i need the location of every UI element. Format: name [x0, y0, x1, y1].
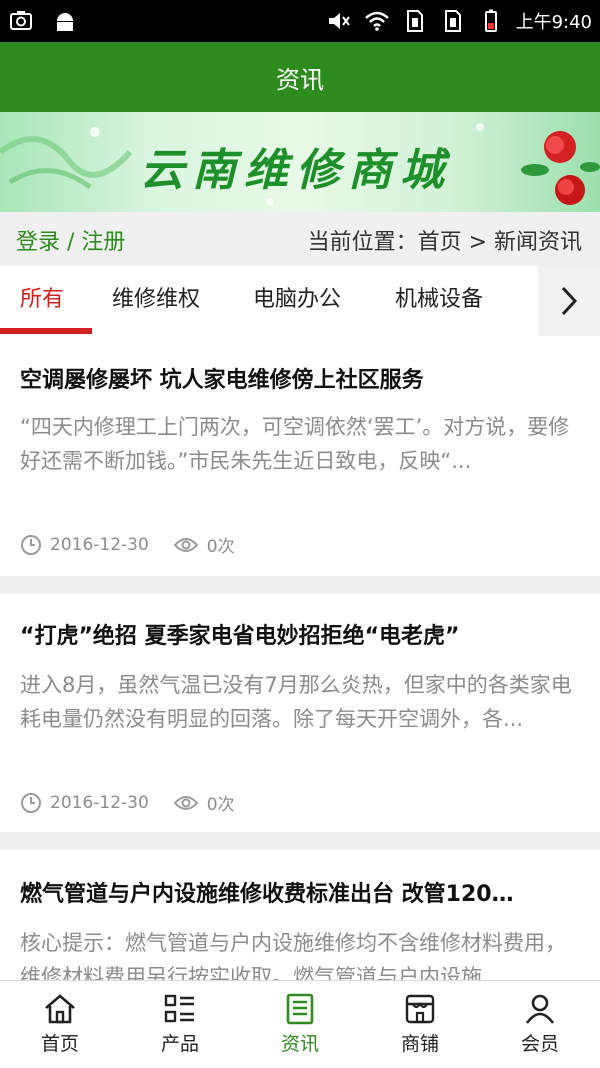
nav-news[interactable]: 资讯	[240, 981, 360, 1068]
nav-member[interactable]: 会员	[480, 981, 600, 1068]
status-time: 上午9:40	[515, 12, 592, 33]
article-card[interactable]: “打虎”绝招 夏季家电省电妙招拒绝“电老虎” 进入8月，虽然气温已没有7月那么炎…	[0, 594, 600, 832]
page-title-bar: 资讯	[0, 42, 600, 112]
active-tab-indicator	[0, 328, 92, 334]
article-summary: 核心提示：燃气管道与户内设施维修均不含维修材料费用，维修材料费用另行按实收取。燃…	[20, 931, 566, 980]
article-title[interactable]: “打虎”绝招 夏季家电省电妙招拒绝“电老虎”	[20, 618, 580, 650]
article-date: 2016-12-30	[50, 534, 149, 555]
status-bar: 上午9:40	[0, 0, 600, 42]
article-views: 0次	[206, 537, 235, 557]
breadcrumb-bar: 登录 / 注册 当前位置：首页 > 新闻资讯	[0, 212, 600, 266]
article-meta: 2016-12-30 0次	[20, 532, 249, 557]
article-title[interactable]: 空调屡修屡坏 坑人家电维修傍上社区服务	[20, 362, 580, 394]
nav-shops[interactable]: 商铺	[360, 981, 480, 1068]
mute-icon	[326, 8, 352, 34]
sim1-icon	[402, 8, 428, 34]
page-title: 资讯	[276, 65, 324, 94]
product-grid-icon	[164, 994, 194, 1023]
member-icon	[525, 994, 555, 1024]
nav-shops-label: 商铺	[400, 1033, 439, 1055]
battery-icon	[478, 8, 504, 34]
article-summary: “四天内修理工上门两次，可空调依然‘罢工’。对方说，要修好还需不断加钱。”市民朱…	[20, 415, 570, 473]
clock-icon	[21, 792, 41, 813]
shop-icon	[405, 994, 435, 1024]
eye-icon	[173, 537, 199, 552]
nav-member-label: 会员	[520, 1033, 559, 1055]
article-card[interactable]: 空调屡修屡坏 坑人家电维修傍上社区服务 “四天内修理工上门两次，可空调依然‘罢工…	[0, 336, 600, 576]
sim2-icon	[440, 8, 466, 34]
article-card[interactable]: 燃气管道与户内设施维修收费标准出台 改管120… 核心提示：燃气管道与户内设施维…	[0, 850, 600, 980]
tab-machinery[interactable]: 机械设备	[395, 266, 483, 336]
article-summary: 进入8月，虽然气温已没有7月那么炎热，但家中的各类家电耗电量仍然没有明显的回落。…	[20, 673, 572, 731]
breadcrumb: 当前位置：首页 > 新闻资讯	[307, 230, 582, 255]
tab-computer-office[interactable]: 电脑办公	[253, 266, 341, 336]
news-icon	[286, 993, 314, 1025]
tabs-scroll-right-button[interactable]	[538, 266, 600, 336]
nav-products[interactable]: 产品	[120, 981, 240, 1068]
login-register-link[interactable]: 登录 / 注册	[16, 224, 125, 256]
nav-home[interactable]: 首页	[0, 981, 120, 1068]
nav-products-label: 产品	[160, 1033, 199, 1055]
article-title[interactable]: 燃气管道与户内设施维修收费标准出台 改管120…	[20, 876, 580, 908]
category-tabs: 所有 维修维权 电脑办公 机械设备	[0, 266, 600, 337]
banner[interactable]: 云南维修商城	[0, 112, 600, 212]
article-date: 2016-12-30	[50, 792, 149, 813]
android-icon	[52, 8, 78, 34]
article-views: 0次	[206, 795, 235, 815]
wifi-icon	[364, 8, 390, 34]
bottom-navigation: 首页 产品 资讯 商铺 会员	[0, 980, 600, 1068]
screenshot-icon	[8, 8, 34, 34]
eye-icon	[173, 795, 199, 810]
tab-all[interactable]: 所有	[20, 266, 64, 336]
nav-home-label: 首页	[40, 1033, 79, 1055]
tab-repair-rights[interactable]: 维修维权	[112, 266, 200, 336]
nav-news-label: 资讯	[280, 1033, 319, 1055]
clock-icon	[21, 534, 41, 555]
article-meta: 2016-12-30 0次	[20, 790, 249, 815]
chevron-right-icon	[561, 286, 578, 316]
home-icon	[45, 994, 75, 1024]
banner-text: 云南维修商城	[140, 145, 452, 196]
